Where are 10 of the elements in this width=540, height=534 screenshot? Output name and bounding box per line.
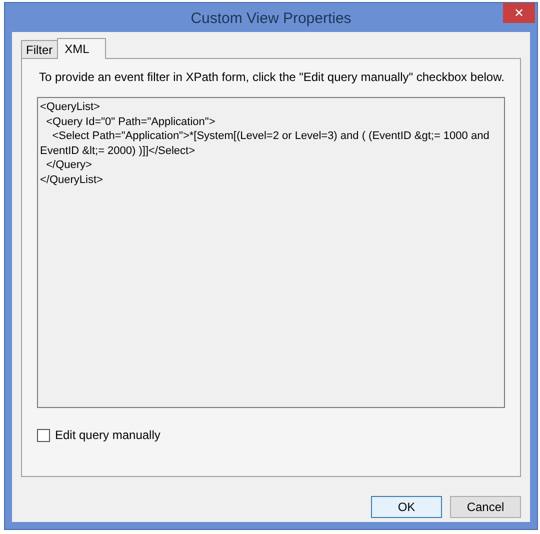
dialog-button[interactable]: OK bbox=[371, 496, 442, 518]
window-title: Custom View Properties bbox=[190, 9, 352, 29]
tab[interactable]: Filter bbox=[21, 40, 58, 59]
tab[interactable]: XML bbox=[56, 38, 106, 59]
checkbox-label: Edit query manually bbox=[55, 427, 160, 444]
close-button[interactable]: ✕ bbox=[503, 3, 535, 23]
dialog-button[interactable]: Cancel bbox=[450, 496, 521, 518]
query-text-area[interactable]: <QueryList> <Query Id="0" Path="Application"> <Select Path="Application">*[System[(Level=2 or Level=3) and ( (EventID &gt;= 1000 and EventID &lt;= 2000) )]]</Select> </Query> </QueryList> bbox=[37, 97, 505, 408]
edit-manually-checkbox[interactable] bbox=[37, 428, 50, 442]
instruction-text: To provide an event filter in XPath form, click the "Edit query manually" checkbox below. bbox=[38, 69, 505, 86]
